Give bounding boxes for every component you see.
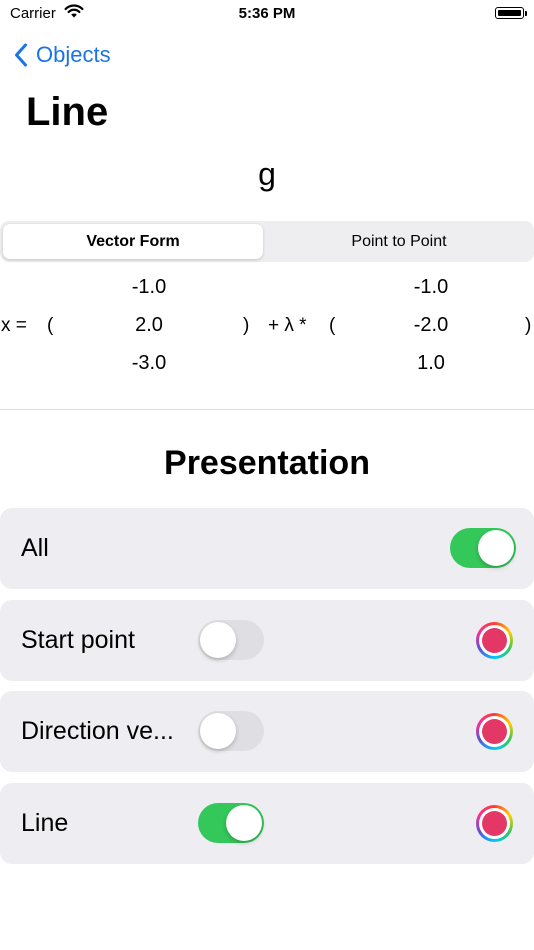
direction-vector-toggle[interactable] [198, 711, 264, 751]
row-start-point-label: Start point [21, 626, 135, 654]
row-direction-vector-label: Direction ve... [21, 717, 174, 745]
row-direction-vector: Direction ve... [0, 691, 534, 772]
back-button[interactable]: Objects [14, 40, 111, 70]
point-close-paren: ) [243, 315, 250, 336]
direction-close-paren: ) [525, 315, 532, 336]
presentation-heading: Presentation [164, 444, 370, 482]
segment-vector-form[interactable]: Vector Form [3, 224, 263, 259]
page-title: Line [26, 90, 109, 134]
line-toggle[interactable] [198, 803, 264, 843]
toggle-knob [200, 713, 236, 749]
toggle-knob [200, 622, 236, 658]
start-point-toggle[interactable] [198, 620, 264, 660]
direction-x-value[interactable]: -1.0 [391, 276, 471, 299]
battery-icon [495, 7, 527, 19]
plus-lambda-label: + λ * [268, 315, 307, 336]
row-all-label: All [21, 534, 49, 562]
status-bar: Carrier 5:36 PM [0, 0, 534, 30]
direction-vector-color-well[interactable] [476, 713, 513, 750]
equation-lhs: x = [1, 315, 27, 336]
direction-z-value[interactable]: 1.0 [391, 352, 471, 375]
direction-y-value[interactable]: -2.0 [391, 314, 471, 337]
form-segmented-control: Vector Form Point to Point [0, 221, 534, 262]
chevron-left-icon [15, 43, 27, 67]
line-color-well[interactable] [476, 805, 513, 842]
object-name[interactable]: g [0, 156, 534, 193]
toggle-knob [226, 805, 262, 841]
row-line-label: Line [21, 809, 69, 837]
segment-point-to-point[interactable]: Point to Point [266, 224, 532, 259]
row-start-point: Start point [0, 600, 534, 681]
point-open-paren: ( [47, 315, 54, 336]
divider [0, 409, 534, 410]
all-toggle[interactable] [450, 528, 516, 568]
point-x-value[interactable]: -1.0 [109, 276, 189, 299]
point-z-value[interactable]: -3.0 [109, 352, 189, 375]
row-line: Line [0, 783, 534, 864]
clock-time: 5:36 PM [238, 5, 296, 22]
direction-open-paren: ( [329, 315, 336, 336]
point-y-value[interactable]: 2.0 [109, 314, 189, 337]
start-point-color-well[interactable] [476, 622, 513, 659]
toggle-knob [478, 530, 514, 566]
back-button-label: Objects [36, 42, 111, 67]
row-all: All [0, 508, 534, 589]
